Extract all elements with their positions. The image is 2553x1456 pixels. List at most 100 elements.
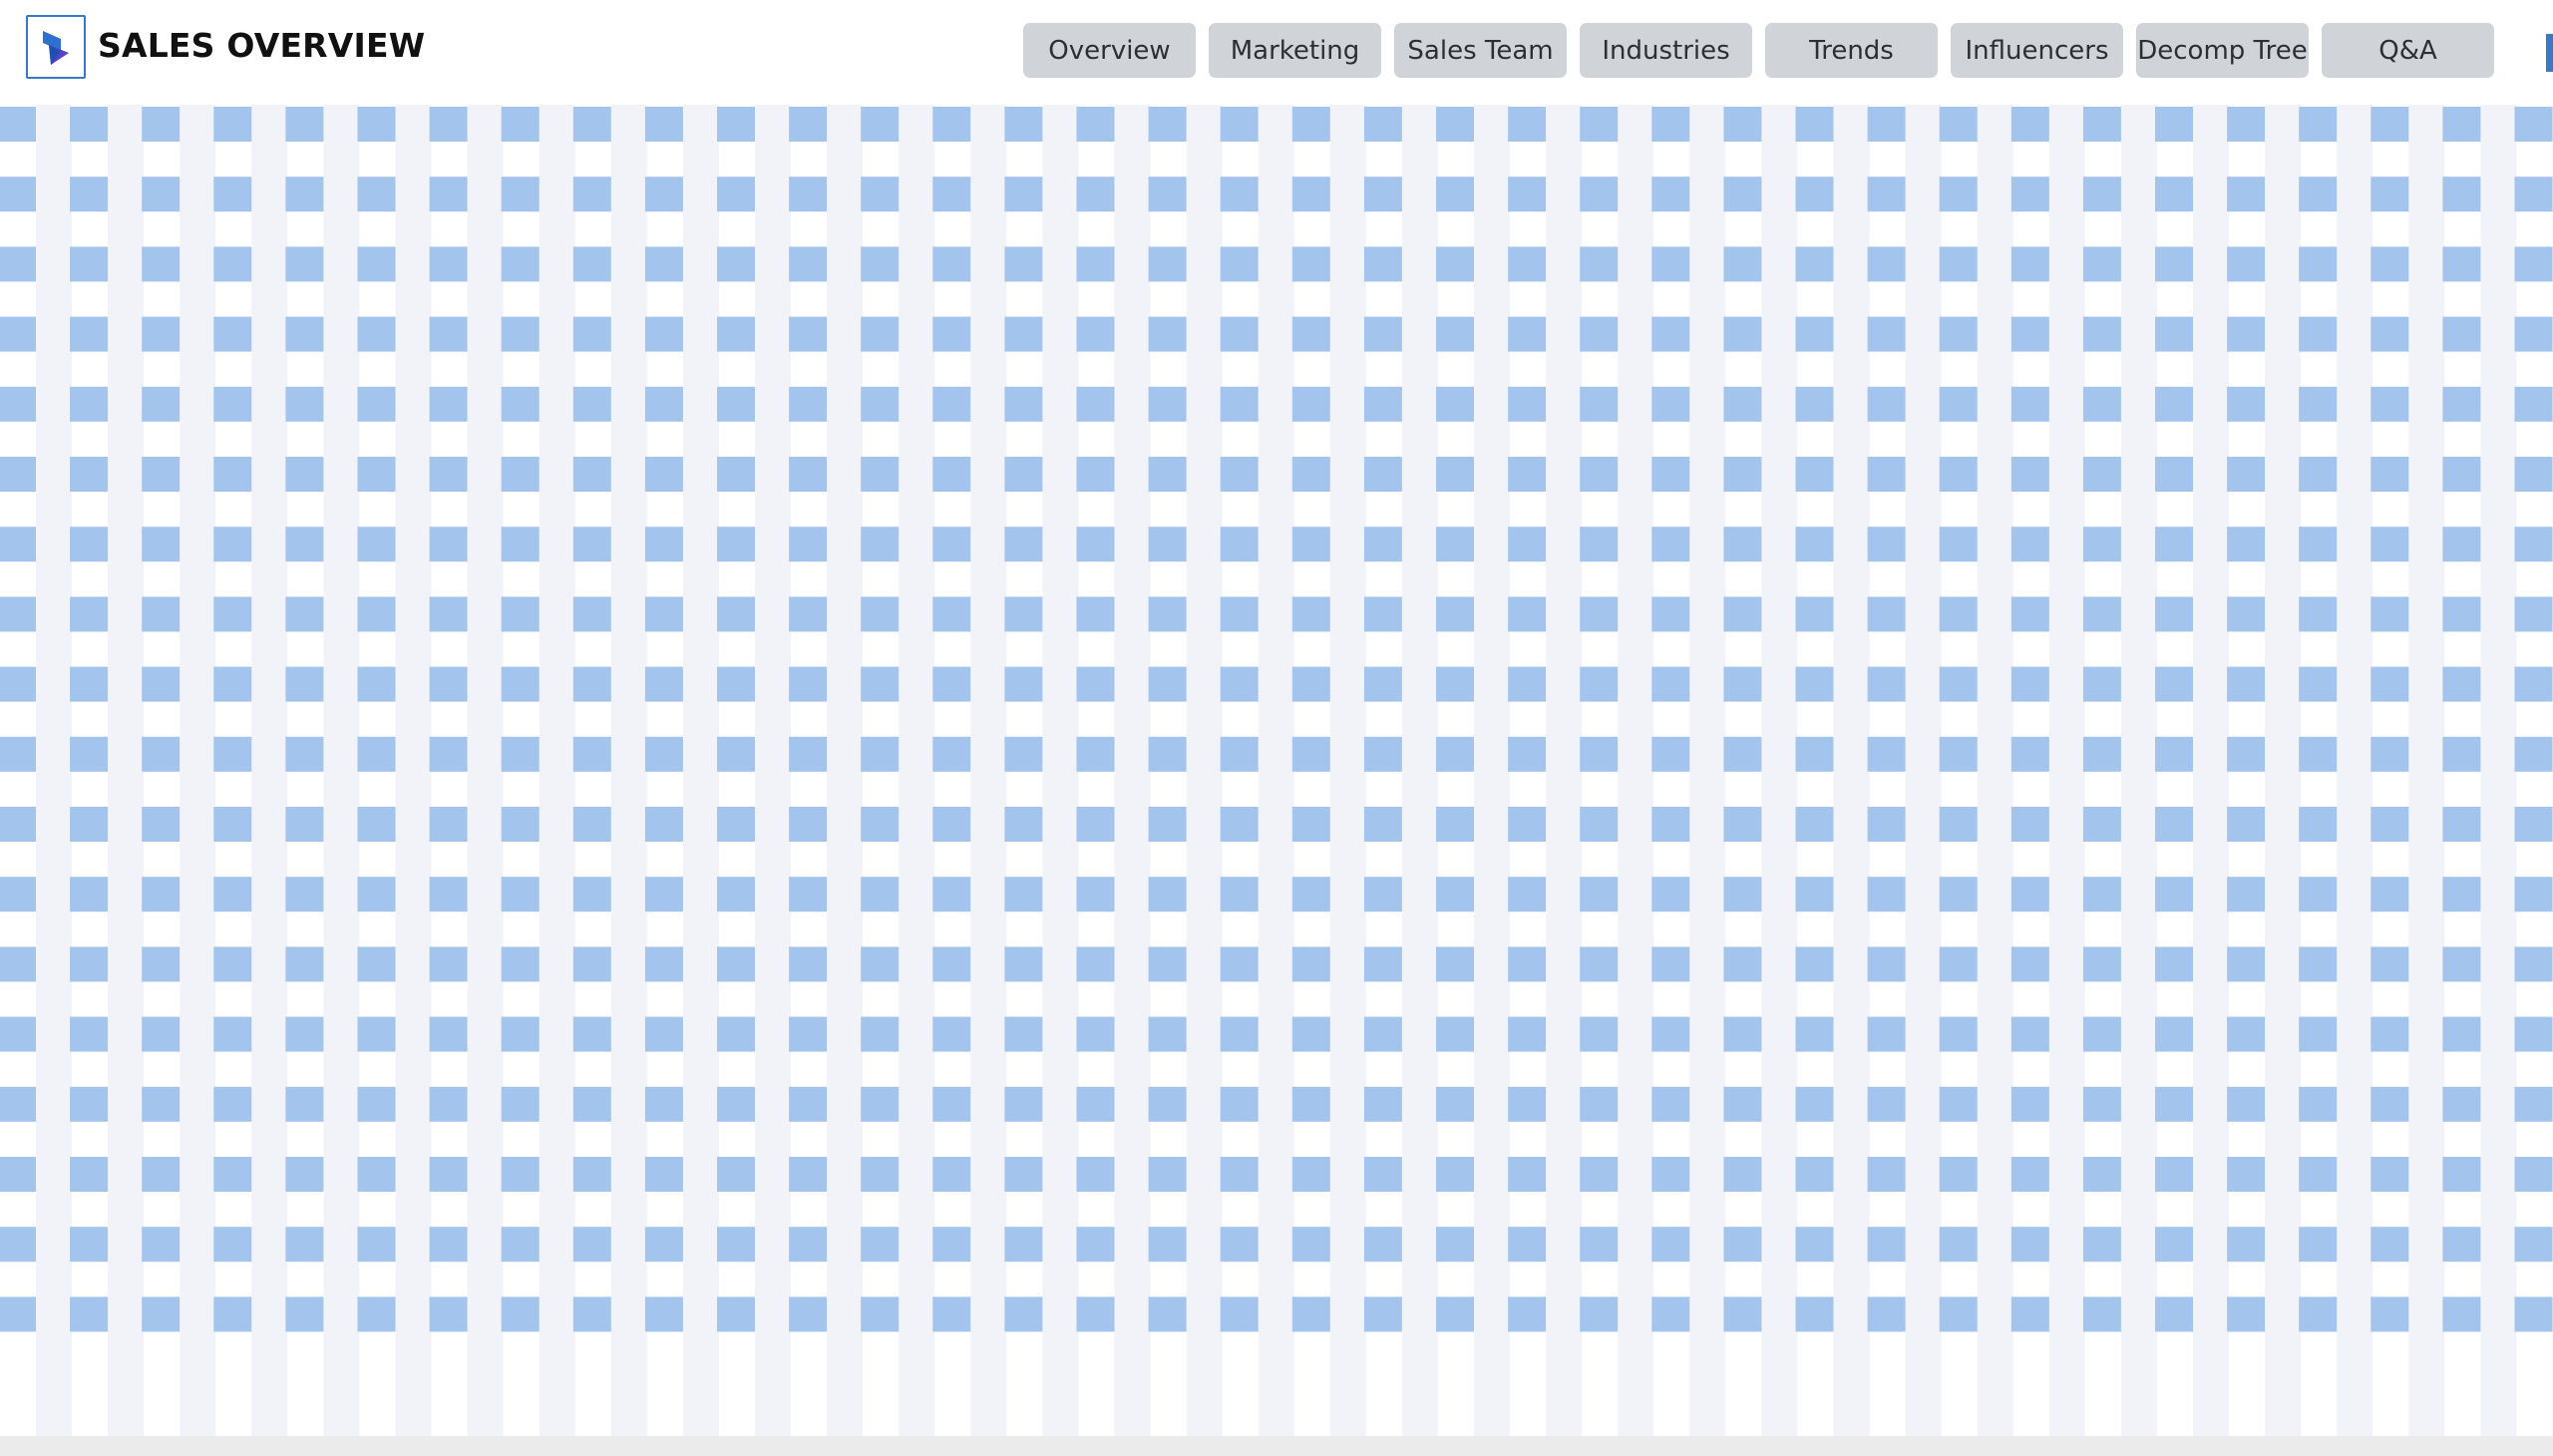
pattern-square (1795, 527, 1834, 562)
pattern-square (1076, 527, 1115, 562)
pattern-square (429, 316, 468, 352)
pattern-square (1363, 316, 1402, 352)
pattern-square (357, 386, 396, 422)
tab-qa[interactable]: Q&A (2322, 23, 2494, 78)
pattern-square (1508, 736, 1547, 772)
pattern-square (70, 666, 109, 702)
pattern-square (789, 666, 828, 702)
pattern-square (1363, 666, 1402, 702)
pattern-square (2227, 1296, 2266, 1332)
pattern-square (429, 177, 468, 212)
tab-decomp-tree[interactable]: Decomp Tree (2136, 23, 2309, 78)
tab-overview[interactable]: Overview (1023, 23, 1196, 78)
tab-industries[interactable]: Industries (1580, 23, 1752, 78)
pattern-square (1363, 246, 1402, 282)
pattern-square (0, 946, 36, 982)
pattern-square (1076, 386, 1115, 422)
pattern-square (1220, 457, 1259, 492)
pattern-square (789, 877, 828, 912)
pattern-square (429, 107, 468, 142)
pattern-square (1580, 457, 1619, 492)
pattern-square (285, 877, 324, 912)
pattern-square (1220, 596, 1259, 632)
pattern-square (0, 386, 36, 422)
pattern-square (2155, 877, 2193, 912)
pattern-square (861, 527, 900, 562)
pattern-square (1148, 1227, 1187, 1263)
pattern-square (1004, 946, 1043, 982)
pattern-square (2442, 946, 2481, 982)
pattern-square (1148, 1157, 1187, 1192)
pattern-square (1148, 177, 1187, 212)
pattern-square (357, 877, 396, 912)
pattern-square (285, 1227, 324, 1263)
pattern-stripe (970, 105, 1007, 1436)
pattern-square (644, 1086, 683, 1122)
pattern-square (932, 527, 971, 562)
pattern-square (1004, 1016, 1043, 1052)
pattern-square (1867, 1016, 1906, 1052)
pattern-square (1436, 1296, 1474, 1332)
pattern-square (2442, 1157, 2481, 1192)
pattern-square (1939, 1086, 1978, 1122)
pattern-stripe (2337, 105, 2373, 1436)
pattern-square (0, 1296, 36, 1332)
pattern-square (572, 107, 611, 142)
pattern-square (717, 946, 755, 982)
pattern-square (501, 877, 540, 912)
pattern-square (1004, 457, 1043, 492)
pattern-stripe (1833, 105, 1870, 1436)
pattern-square (142, 177, 181, 212)
pattern-square (1508, 946, 1547, 982)
pattern-square (2155, 316, 2193, 352)
pattern-square (285, 596, 324, 632)
pattern-square (2514, 107, 2553, 142)
pattern-square (1867, 1296, 1906, 1332)
pattern-square (285, 457, 324, 492)
pattern-square (861, 107, 900, 142)
tab-marketing[interactable]: Marketing (1209, 23, 1381, 78)
pattern-square (70, 1227, 109, 1263)
pattern-stripe (467, 105, 504, 1436)
pattern-square (1867, 807, 1906, 842)
pattern-square (1939, 1157, 1978, 1192)
pattern-square (142, 386, 181, 422)
pattern-square (213, 316, 252, 352)
pattern-square (932, 177, 971, 212)
pattern-square (142, 946, 181, 982)
tab-influencers[interactable]: Influencers (1951, 23, 2123, 78)
pattern-square (1867, 107, 1906, 142)
pattern-square (2155, 1157, 2193, 1192)
pattern-square (2227, 666, 2266, 702)
tab-sales-team[interactable]: Sales Team (1394, 23, 1567, 78)
pattern-square (429, 1296, 468, 1332)
pattern-square (789, 807, 828, 842)
pattern-square (1220, 1016, 1259, 1052)
pattern-square (2155, 1016, 2193, 1052)
pattern-square (429, 386, 468, 422)
pattern-stripe (539, 105, 575, 1436)
pattern-square (789, 1016, 828, 1052)
pattern-square (1795, 1016, 1834, 1052)
pattern-square (644, 736, 683, 772)
pattern-square (213, 596, 252, 632)
pattern-square (142, 107, 181, 142)
pattern-square (1580, 736, 1619, 772)
pattern-stripe (1474, 105, 1510, 1436)
pattern-stripe (2120, 105, 2157, 1436)
pattern-square (1363, 1227, 1402, 1263)
pattern-square (2082, 246, 2121, 282)
pattern-square (2010, 736, 2049, 772)
pattern-square (1291, 527, 1330, 562)
pattern-square (142, 596, 181, 632)
pattern-square (572, 386, 611, 422)
pattern-square (861, 666, 900, 702)
pattern-square (70, 386, 109, 422)
pattern-square (1291, 1296, 1330, 1332)
pattern-square (717, 107, 755, 142)
pattern-square (1363, 386, 1402, 422)
pattern-square (1004, 666, 1043, 702)
pattern-square (2227, 457, 2266, 492)
pattern-square (285, 1296, 324, 1332)
tab-trends[interactable]: Trends (1765, 23, 1938, 78)
